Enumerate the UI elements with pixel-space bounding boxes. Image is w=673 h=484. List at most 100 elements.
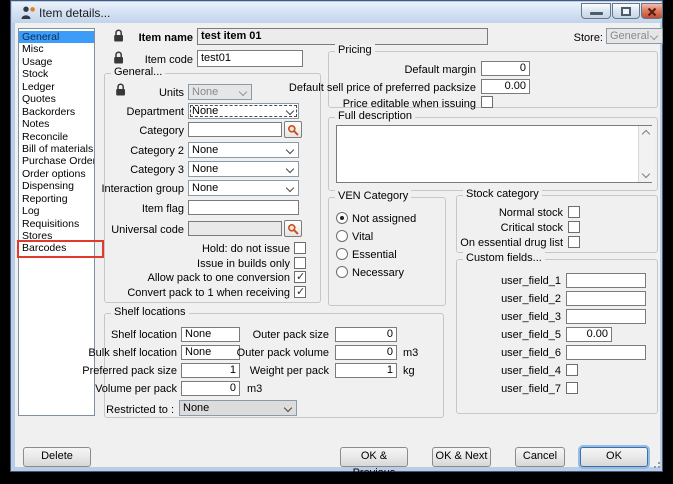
default-sell-price-field[interactable]: 0.00 <box>481 79 530 94</box>
item-name-label: Item name <box>107 32 193 45</box>
allow-pack-label: Allow pack to one conversion <box>111 272 290 285</box>
resize-grip-icon[interactable] <box>650 458 660 468</box>
user-field-7-label: user_field_7 <box>459 383 561 396</box>
issue-builds-checkbox[interactable] <box>294 257 306 269</box>
magnifier-icon <box>287 124 299 136</box>
default-margin-field[interactable]: 0 <box>481 61 530 76</box>
department-dropdown[interactable]: None <box>188 103 299 119</box>
outer-pack-size-field[interactable]: 0 <box>335 327 397 342</box>
issue-builds-label: Issue in builds only <box>111 258 290 271</box>
volume-per-pack-field[interactable]: 0 <box>181 381 240 396</box>
default-sell-price-label: Default sell price of preferred packsize <box>256 82 476 95</box>
textarea-scrollbar[interactable] <box>638 126 653 182</box>
user-field-3-label: user_field_3 <box>459 311 561 324</box>
outer-pack-size-label: Outer pack size <box>191 329 329 342</box>
scroll-up-icon <box>642 130 650 138</box>
close-icon <box>647 7 657 17</box>
ven-category-title: VEN Category <box>335 190 411 203</box>
category3-dropdown[interactable]: None <box>188 161 299 177</box>
user-field-4-checkbox[interactable] <box>566 364 578 376</box>
title-bar[interactable]: Item details... <box>12 2 661 23</box>
units-dropdown[interactable]: None <box>188 84 252 100</box>
ven-necessary-radio[interactable] <box>336 266 348 278</box>
scroll-down-icon <box>642 170 650 178</box>
maximize-button[interactable] <box>612 3 640 19</box>
hold-checkbox[interactable] <box>294 242 306 254</box>
normal-stock-label: Normal stock <box>461 207 563 220</box>
stock-category-title: Stock category <box>463 188 542 201</box>
minimize-button[interactable] <box>581 3 611 19</box>
magnifier-icon <box>287 223 299 235</box>
department-label: Department <box>71 106 184 119</box>
item-flag-field[interactable] <box>188 200 299 215</box>
critical-stock-checkbox[interactable] <box>568 221 580 233</box>
close-button[interactable] <box>641 3 663 19</box>
shelf-locations-title: Shelf locations <box>111 306 189 319</box>
weight-unit-label: kg <box>403 365 427 378</box>
category2-label: Category 2 <box>71 145 184 158</box>
user-field-7-checkbox[interactable] <box>566 382 578 394</box>
item-flag-label: Item flag <box>71 203 184 216</box>
ven-not-assigned-label: Not assigned <box>352 213 442 226</box>
volume-unit-label: m3 <box>247 383 271 396</box>
sidebar-item-misc[interactable]: Misc <box>19 43 94 55</box>
universal-code-label: Universal code <box>51 224 184 237</box>
category3-label: Category 3 <box>71 164 184 177</box>
user-field-5-label: user_field_5 <box>459 329 561 342</box>
cancel-button[interactable]: Cancel <box>515 447 565 467</box>
restricted-to-dropdown[interactable]: None <box>179 400 297 416</box>
store-label: Store: <box>523 32 603 45</box>
user-field-2-input[interactable] <box>566 291 646 306</box>
units-label: Units <box>71 87 184 100</box>
user-field-1-label: user_field_1 <box>459 275 561 288</box>
ven-not-assigned-radio[interactable] <box>336 212 348 224</box>
sidebar-item-usage[interactable]: Usage <box>19 56 94 68</box>
category-label: Category <box>71 125 184 138</box>
user-field-4-label: user_field_4 <box>459 365 561 378</box>
price-editable-checkbox[interactable] <box>481 96 493 108</box>
ven-essential-radio[interactable] <box>336 248 348 260</box>
normal-stock-checkbox[interactable] <box>568 206 580 218</box>
delete-button[interactable]: Delete <box>23 447 91 467</box>
allow-pack-checkbox[interactable] <box>294 271 306 283</box>
item-details-window: Item details... General Misc Usage Stock… <box>10 0 663 472</box>
user-field-1-input[interactable] <box>566 273 646 288</box>
essential-drug-list-checkbox[interactable] <box>568 236 580 248</box>
ok-button[interactable]: OK <box>580 447 648 467</box>
item-name-field[interactable]: test item 01 <box>197 28 488 45</box>
item-code-field[interactable]: test01 <box>197 50 303 67</box>
ven-vital-radio[interactable] <box>336 230 348 242</box>
category2-dropdown[interactable]: None <box>188 142 299 158</box>
sidebar-item-general[interactable]: General <box>19 31 94 43</box>
outer-pack-volume-field[interactable]: 0 <box>335 345 397 360</box>
category-search-button[interactable] <box>284 121 302 138</box>
screen: { "window": { "title": "Item details..."… <box>0 0 673 484</box>
universal-code-field[interactable] <box>188 221 282 236</box>
bulk-shelf-location-label: Bulk shelf location <box>44 347 177 360</box>
user-field-3-input[interactable] <box>566 309 646 324</box>
essential-drug-list-label: On essential drug list <box>459 237 563 250</box>
weight-per-pack-field[interactable]: 1 <box>335 363 397 378</box>
user-field-5-input[interactable]: 0.00 <box>566 327 612 342</box>
window-title: Item details... <box>39 6 110 20</box>
ven-necessary-label: Necessary <box>352 267 442 280</box>
ok-next-button[interactable]: OK & Next <box>432 447 491 467</box>
full-description-textarea[interactable] <box>336 125 652 183</box>
store-dropdown[interactable]: General <box>606 28 663 44</box>
weight-per-pack-label: Weight per pack <box>191 365 329 378</box>
pricing-group-title: Pricing <box>335 44 375 57</box>
universal-code-search-button[interactable] <box>284 220 302 237</box>
interaction-group-label: Interaction group <box>51 183 184 196</box>
convert-pack-checkbox[interactable] <box>294 286 306 298</box>
ven-vital-label: Vital <box>352 231 442 244</box>
hold-label: Hold: do not issue <box>111 243 290 256</box>
interaction-group-dropdown[interactable]: None <box>188 180 299 196</box>
minimize-icon <box>590 12 603 15</box>
user-field-2-label: user_field_2 <box>459 293 561 306</box>
ok-previous-button[interactable]: OK & Previous <box>340 447 408 467</box>
person-icon <box>20 5 36 21</box>
user-field-6-input[interactable] <box>566 345 646 360</box>
sidebar-item-stock[interactable]: Stock <box>19 68 94 80</box>
default-margin-label: Default margin <box>291 64 476 77</box>
category-field[interactable] <box>188 122 282 137</box>
